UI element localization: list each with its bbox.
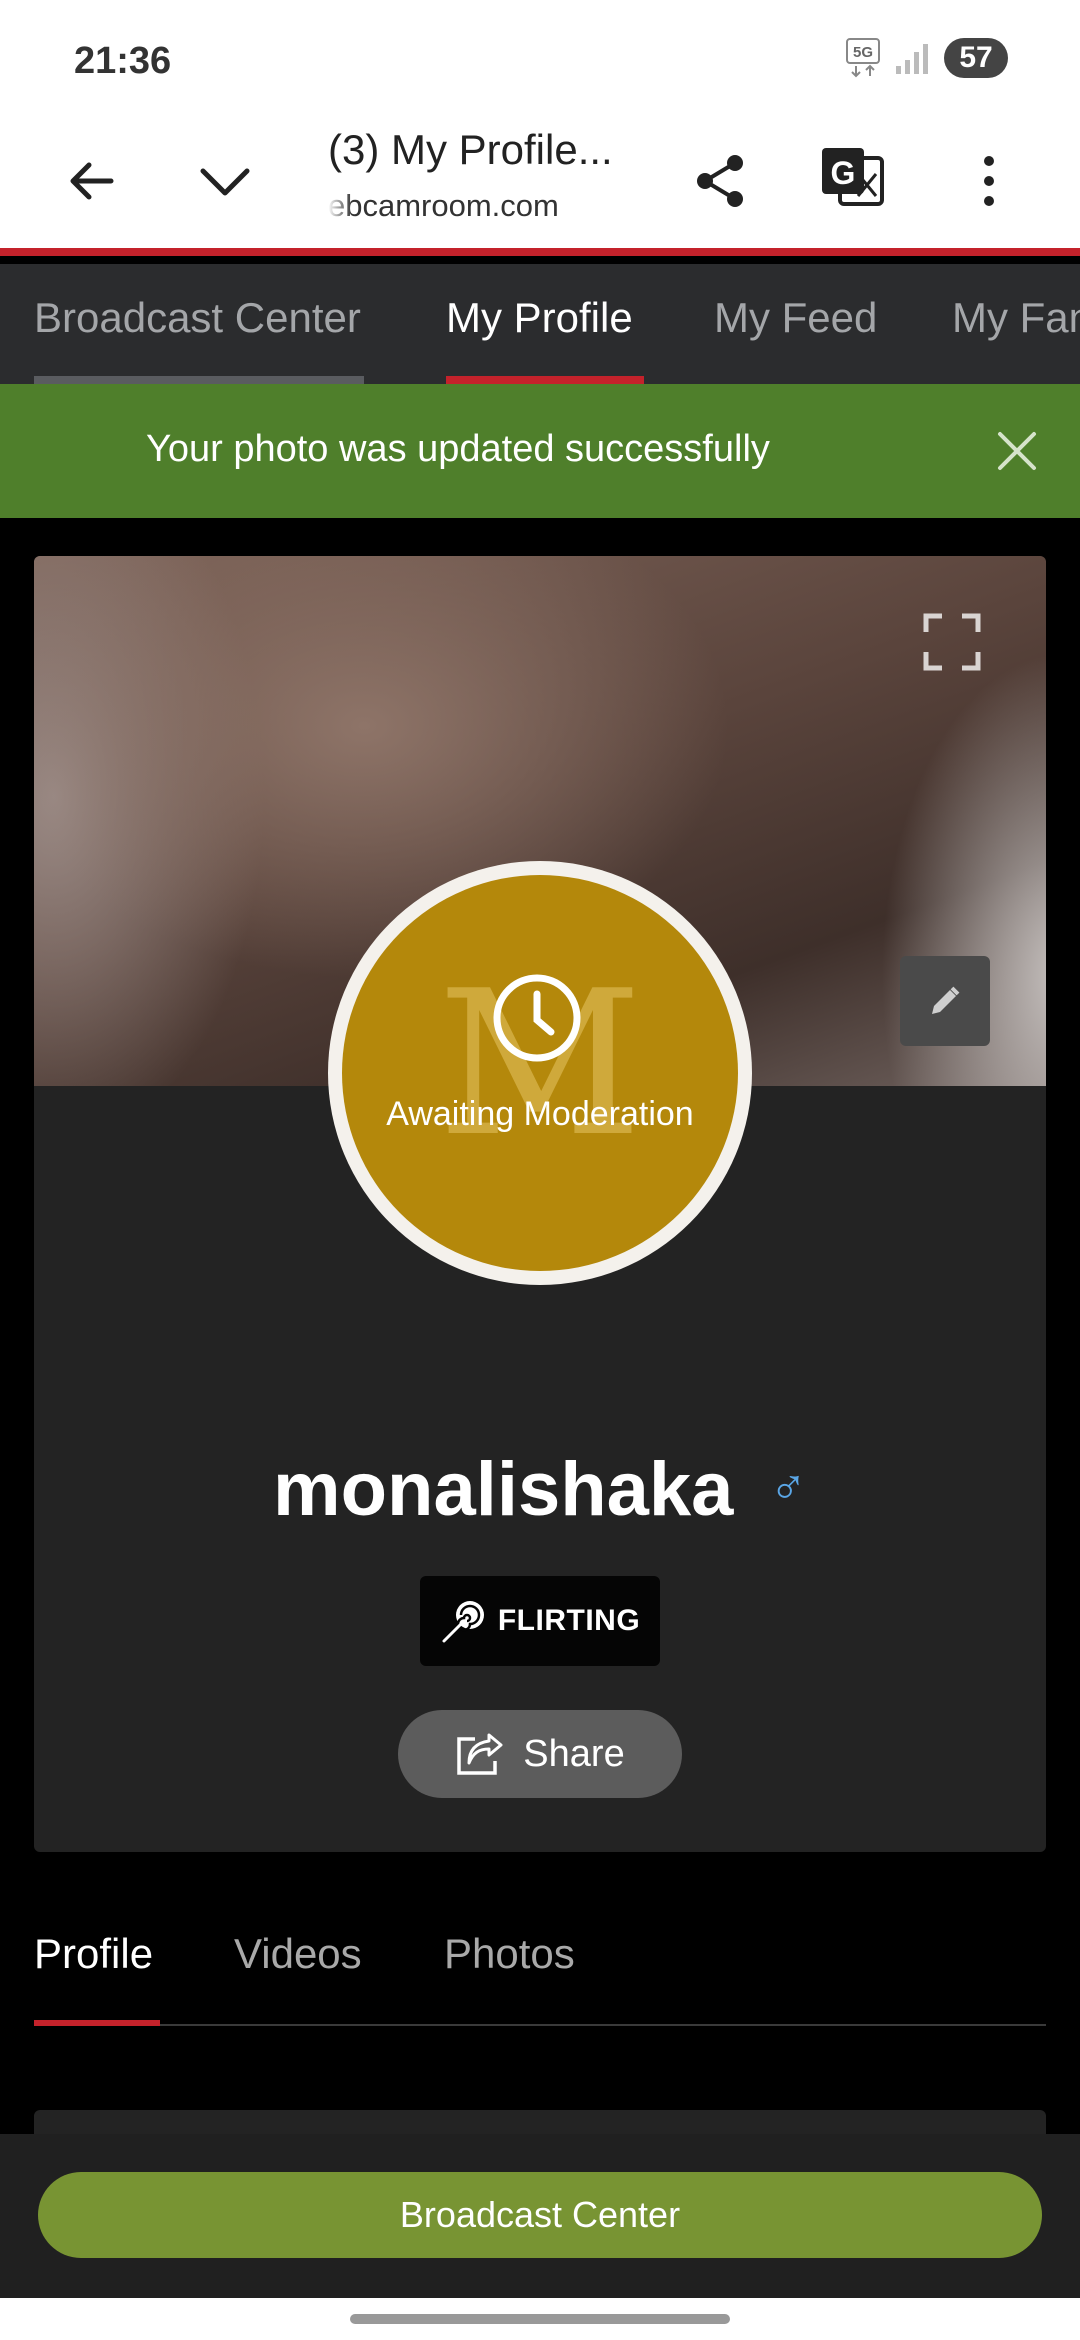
- url-fade: [328, 186, 352, 226]
- username: monalishaka: [273, 1447, 734, 1532]
- gesture-bar: [0, 2298, 1080, 2340]
- tab-profile-underline: [34, 2020, 160, 2026]
- male-gender-icon: ♂: [769, 1458, 807, 1515]
- edit-cover-button[interactable]: [900, 956, 990, 1046]
- battery-indicator: 57: [944, 38, 1008, 78]
- translate-icon[interactable]: G: [818, 142, 888, 212]
- page-url[interactable]: ebcamroom.com: [328, 188, 588, 224]
- close-icon[interactable]: [992, 426, 1042, 476]
- status-icons: 5G 57: [846, 38, 1008, 78]
- svg-text:G: G: [831, 155, 856, 191]
- status-bar: 21:36 5G 57: [0, 0, 1080, 120]
- svg-text:5G: 5G: [853, 44, 873, 61]
- tab-photos[interactable]: Photos: [444, 1930, 575, 1978]
- banner-message: Your photo was updated successfully: [146, 428, 770, 470]
- browser-toolbar: (3) My Profile... ebcamroom.com G: [0, 120, 1080, 256]
- tab-videos[interactable]: Videos: [234, 1930, 362, 1978]
- share-button[interactable]: Share: [398, 1710, 682, 1798]
- site-nav: Broadcast Center My Profile My Feed My F…: [0, 264, 1080, 384]
- tab-my-fan[interactable]: My Fan: [952, 294, 1080, 342]
- tab-broadcast-center[interactable]: Broadcast Center: [34, 294, 361, 342]
- success-banner: Your photo was updated successfully: [0, 384, 1080, 518]
- tab-my-feed[interactable]: My Feed: [714, 294, 877, 342]
- home-gesture-pill[interactable]: [350, 2314, 730, 2324]
- avatar-image: M Awaiting Moderation: [342, 875, 738, 1271]
- content-tabs: Profile Videos Photos: [34, 1916, 1046, 2026]
- username-row: monalishaka ♂: [34, 1446, 1046, 1533]
- fullscreen-icon[interactable]: [922, 612, 982, 672]
- chevron-down-icon[interactable]: [190, 146, 260, 216]
- tab-underline-visited: [34, 376, 364, 384]
- signal-icon: [896, 42, 928, 74]
- flirting-badge[interactable]: FLIRTING: [420, 1576, 660, 1666]
- share-icon[interactable]: [686, 146, 756, 216]
- back-arrow-icon[interactable]: [56, 146, 126, 216]
- page-title[interactable]: (3) My Profile...: [328, 126, 628, 174]
- status-time: 21:36: [74, 40, 172, 82]
- avatar[interactable]: M Awaiting Moderation: [328, 861, 752, 1285]
- broadcast-center-button[interactable]: Broadcast Center: [38, 2172, 1042, 2258]
- tab-profile[interactable]: Profile: [34, 1930, 153, 1978]
- tab-underline-active: [446, 376, 644, 384]
- network-5g-icon: 5G: [846, 38, 880, 78]
- pencil-icon: [932, 986, 960, 1014]
- lollipop-icon: [442, 1601, 484, 1643]
- tab-my-profile[interactable]: My Profile: [446, 294, 633, 342]
- share-arrow-icon: [457, 1733, 503, 1775]
- more-vert-icon[interactable]: [954, 146, 1024, 216]
- bottom-bar: Broadcast Center: [0, 2134, 1080, 2298]
- moderation-status: Awaiting Moderation: [386, 1095, 694, 1133]
- profile-card: M Awaiting Moderation monalishaka ♂ FLIR…: [34, 556, 1046, 1852]
- badge-label: FLIRTING: [497, 1604, 641, 1637]
- clock-icon: [489, 970, 585, 1066]
- share-label: Share: [523, 1732, 625, 1775]
